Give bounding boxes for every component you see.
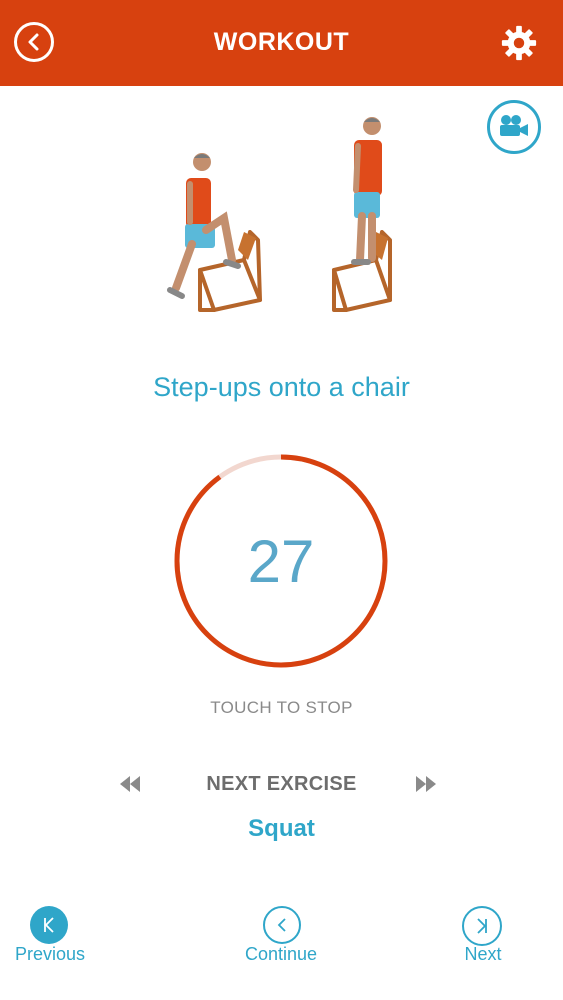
fast-forward-icon[interactable]	[414, 774, 438, 794]
next-exercise-name: Squat	[248, 815, 315, 842]
next-exercise-row: NEXT EXRCISE	[0, 772, 563, 798]
next-button[interactable]: Next	[433, 904, 533, 980]
next-label: Next	[464, 944, 502, 964]
previous-button[interactable]: Previous	[0, 904, 100, 980]
gear-icon[interactable]	[500, 24, 538, 62]
touch-to-stop-label[interactable]: TOUCH TO STOP	[0, 698, 563, 718]
video-button[interactable]	[487, 100, 541, 154]
previous-label: Previous	[14, 944, 86, 964]
timer-countdown[interactable]: 27	[172, 452, 390, 670]
skip-next-icon	[462, 906, 502, 946]
continue-button[interactable]: Continue	[231, 904, 331, 980]
video-camera-icon	[500, 115, 528, 136]
figure-step-up	[167, 153, 262, 312]
exercise-illustration	[167, 117, 392, 312]
exercise-name: Step-ups onto a chair	[153, 372, 410, 402]
next-exercise-label: NEXT EXRCISE	[206, 773, 357, 795]
figure-standing	[332, 117, 392, 312]
header-bar: WORKOUT	[0, 0, 563, 86]
chevron-left-circle-icon	[263, 906, 301, 944]
page-title: WORKOUT	[213, 28, 350, 56]
continue-label: Continue	[244, 944, 318, 964]
skip-previous-icon	[30, 906, 68, 944]
